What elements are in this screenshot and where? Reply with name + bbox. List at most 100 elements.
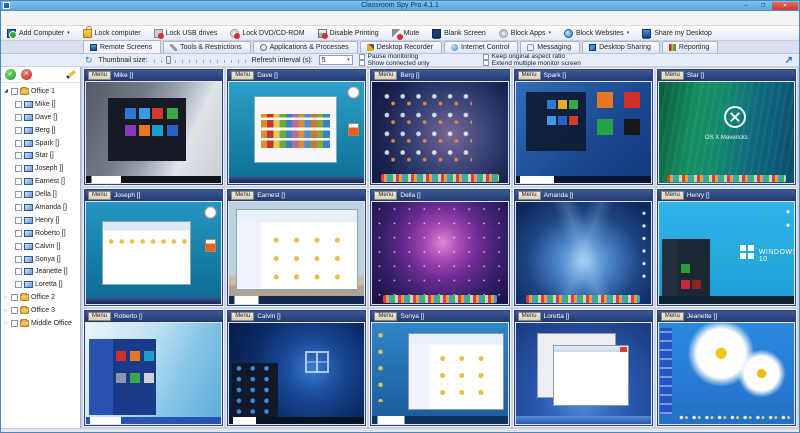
computer-thumbnail[interactable]: Menu Berg [] [370, 69, 509, 185]
remote-screen[interactable] [229, 202, 364, 303]
toolbar-button[interactable]: Lock computer [83, 29, 141, 38]
thumbnail-menu-button[interactable]: Menu [661, 71, 684, 80]
disconnect-button[interactable] [21, 69, 32, 80]
tree-checkbox[interactable] [15, 204, 22, 211]
checkbox-box[interactable] [483, 60, 489, 66]
tab[interactable]: Desktop Recorder [360, 41, 442, 53]
computer-thumbnail[interactable]: Menu Henry [] WINDOWS 10 [657, 189, 796, 305]
toolbar-button[interactable]: Lock USB drives [154, 29, 218, 38]
refresh-interval-select[interactable]: 5 ▾ [319, 55, 353, 65]
tree-computer-row[interactable]: Jeanette [] [1, 265, 80, 278]
computer-thumbnail[interactable]: Menu Earnest [] [227, 189, 366, 305]
computer-thumbnail[interactable]: Menu Amanda [] [514, 189, 653, 305]
toolbar-button[interactable]: Mute [392, 29, 420, 38]
tree-checkbox[interactable] [11, 320, 18, 327]
tab[interactable]: Tools & Restrictions [163, 41, 250, 53]
connect-button[interactable] [5, 69, 16, 80]
computer-thumbnail[interactable]: Menu Star [] OS X Mavericks [657, 69, 796, 185]
remote-screen[interactable] [229, 323, 364, 424]
slider-thumb[interactable] [166, 56, 171, 64]
tree-computer-row[interactable]: Star [] [1, 149, 80, 162]
thumbnail-size-slider[interactable] [154, 56, 246, 65]
close-button[interactable] [772, 2, 798, 10]
remote-screen[interactable] [372, 202, 507, 303]
remote-screen[interactable]: WINDOWS 10 [659, 202, 794, 303]
remote-screen[interactable] [372, 82, 507, 183]
tree-checkbox[interactable] [11, 88, 18, 95]
computer-thumbnail[interactable]: Menu Loretta [] [514, 310, 653, 426]
thumbnail-menu-button[interactable]: Menu [231, 191, 254, 200]
tree-checkbox[interactable] [15, 140, 22, 147]
thumbnail-menu-button[interactable]: Menu [88, 191, 111, 200]
computer-thumbnail[interactable]: Menu Sonya [] [370, 310, 509, 426]
thumbnail-menu-button[interactable]: Menu [518, 312, 541, 321]
toolbar-button[interactable]: Add Computer ▾ [7, 29, 70, 38]
remote-screen[interactable] [86, 82, 221, 183]
remote-screen[interactable] [516, 323, 651, 424]
option-checkbox[interactable]: Show connected only [359, 60, 477, 67]
tree-checkbox[interactable] [15, 243, 22, 250]
tab[interactable]: Messaging [520, 41, 580, 53]
tree-group-row[interactable]: Office 1 [1, 85, 80, 98]
tree-checkbox[interactable] [15, 127, 22, 134]
tree-checkbox[interactable] [15, 191, 22, 198]
tree-checkbox[interactable] [15, 165, 22, 172]
tree-computer-row[interactable]: Berg [] [1, 124, 80, 137]
tree-computer-row[interactable]: Earnest [] [1, 175, 80, 188]
thumbnail-menu-button[interactable]: Menu [231, 71, 254, 80]
tree-computer-row[interactable]: Sonya [] [1, 253, 80, 266]
toolbar-button[interactable]: Share my Desktop [642, 29, 712, 38]
checkbox-box[interactable] [359, 60, 365, 66]
tab[interactable]: Remote Screens [83, 40, 161, 53]
tree-checkbox[interactable] [15, 217, 22, 224]
tab[interactable]: Applications & Processes [253, 41, 358, 53]
computer-thumbnail[interactable]: Menu Joseph [] [84, 189, 223, 305]
tree-checkbox[interactable] [15, 152, 22, 159]
thumbnail-menu-button[interactable]: Menu [88, 312, 111, 321]
tree-computer-row[interactable]: Amanda [] [1, 201, 80, 214]
remote-screen[interactable] [86, 323, 221, 424]
tree-computer-row[interactable]: Della [] [1, 188, 80, 201]
tree-computer-row[interactable]: Henry [] [1, 214, 80, 227]
toolbar-button[interactable]: Blank Screen [432, 29, 486, 38]
tree-checkbox[interactable] [15, 268, 22, 275]
expand-icon[interactable] [3, 295, 9, 301]
tree-group-row[interactable]: Middle Office [1, 317, 80, 330]
tree-group-row[interactable]: Office 3 [1, 304, 80, 317]
thumbnail-menu-button[interactable]: Menu [661, 312, 684, 321]
tree-computer-row[interactable]: Dave [] [1, 111, 80, 124]
expand-icon[interactable] [3, 320, 9, 326]
toolbar-button[interactable]: Disable Printing [318, 29, 379, 38]
tree-checkbox[interactable] [15, 114, 22, 121]
fullscreen-popout-icon[interactable]: ↗ [785, 55, 793, 66]
pencil-icon[interactable] [66, 70, 76, 79]
computer-thumbnail[interactable]: Menu Roberto [] [84, 310, 223, 426]
tree-group-row[interactable]: Office 2 [1, 291, 80, 304]
computer-thumbnail[interactable]: Menu Della [] [370, 189, 509, 305]
tree-computer-row[interactable]: Spark [] [1, 137, 80, 150]
option-checkbox[interactable]: Extend multiple monitor screen [483, 60, 643, 67]
computer-thumbnail[interactable]: Menu Jeanette [] [657, 310, 796, 426]
collapse-icon[interactable] [3, 88, 9, 94]
thumbnail-menu-button[interactable]: Menu [661, 191, 684, 200]
maximize-button[interactable] [755, 2, 771, 10]
remote-screen[interactable] [86, 202, 221, 303]
toolbar-button[interactable]: Lock DVD/CD-ROM [230, 29, 304, 38]
tree-computer-row[interactable]: Joseph [] [1, 162, 80, 175]
minimize-button[interactable] [738, 2, 754, 10]
tree-computer-row[interactable]: Roberto [] [1, 227, 80, 240]
toolbar-button[interactable]: Block Websites ▾ [564, 29, 629, 38]
remote-screen[interactable] [372, 323, 507, 424]
thumbnail-menu-button[interactable]: Menu [231, 312, 254, 321]
tree-checkbox[interactable] [15, 256, 22, 263]
tree-checkbox[interactable] [11, 307, 18, 314]
tree-checkbox[interactable] [15, 178, 22, 185]
toolbar-button[interactable]: Block Apps ▾ [499, 29, 551, 38]
remote-screen[interactable] [229, 82, 364, 183]
remote-screen[interactable]: OS X Mavericks [659, 82, 794, 183]
thumbnail-menu-button[interactable]: Menu [374, 71, 397, 80]
thumbnail-menu-button[interactable]: Menu [374, 191, 397, 200]
thumbnail-menu-button[interactable]: Menu [88, 71, 111, 80]
tree-checkbox[interactable] [15, 101, 22, 108]
tree-computer-row[interactable]: Calvin [] [1, 240, 80, 253]
